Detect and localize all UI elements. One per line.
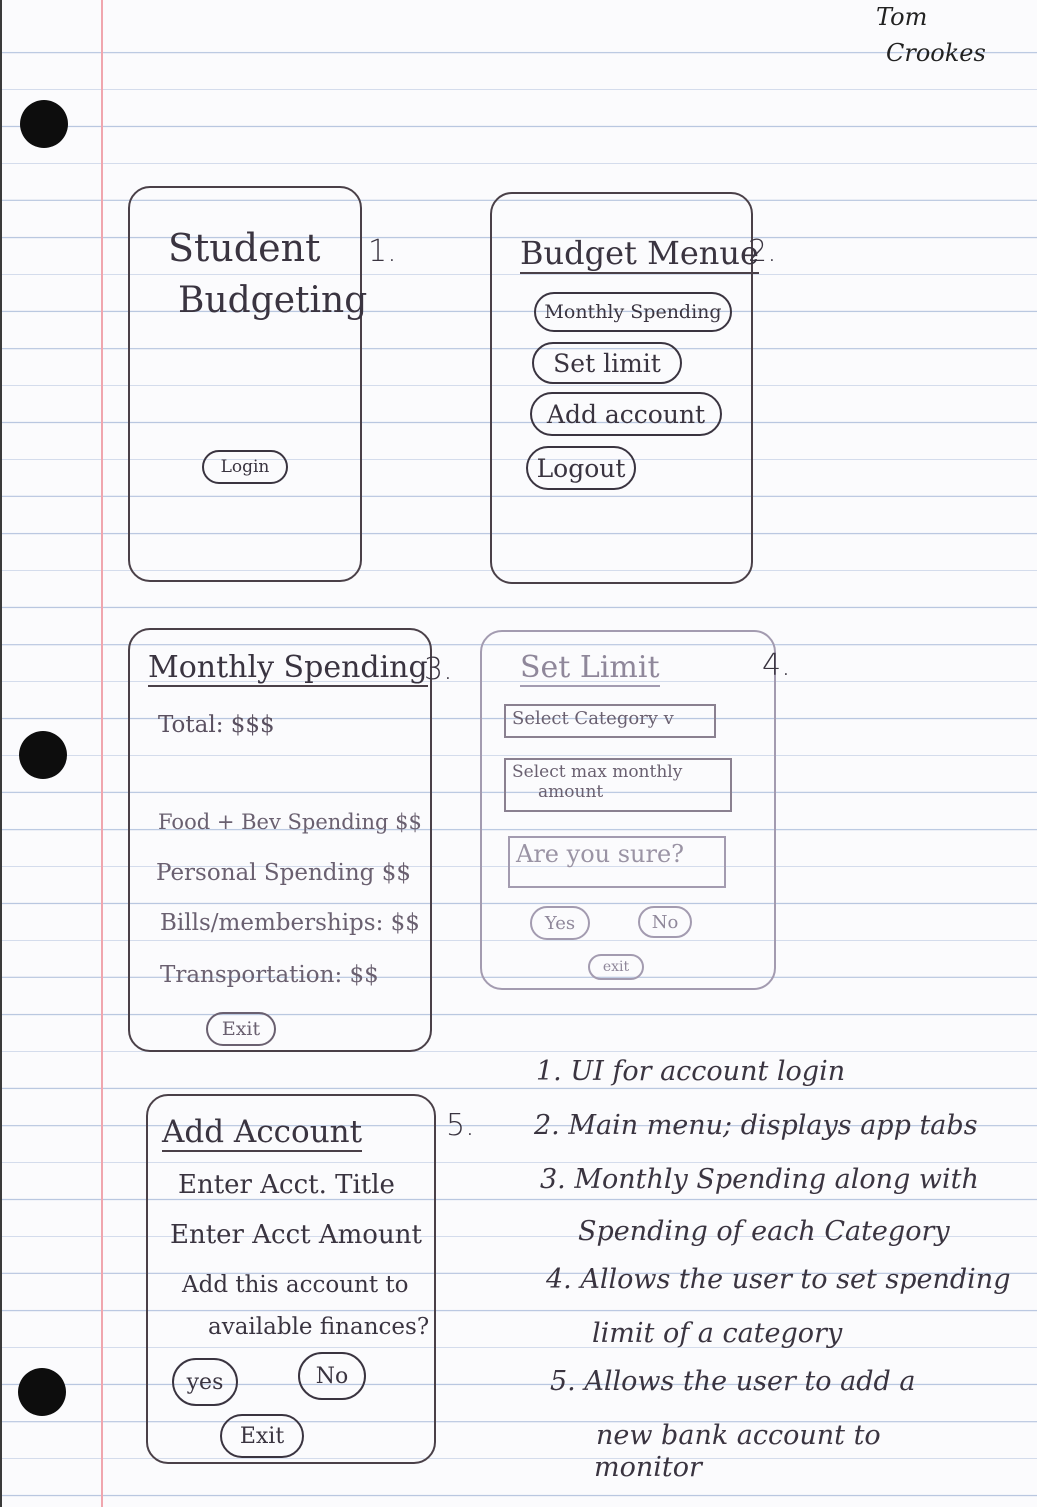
screen-1-number: 1. (368, 234, 397, 269)
screen-5-add-account: Add Account Enter Acct. Title Enter Acct… (146, 1094, 436, 1464)
account-title-field[interactable]: Enter Acct. Title (178, 1170, 395, 1200)
max-monthly-amount-input[interactable]: Select max monthly amount (504, 758, 732, 812)
screen-1-login: Student Budgeting Login (128, 186, 367, 582)
personal-spending: Personal Spending $$ (156, 860, 411, 886)
note-4: 4. Allows the user to set spending (546, 1264, 1011, 1295)
app-title-line1: Student (168, 226, 321, 270)
binder-hole-bottom (18, 1368, 66, 1416)
logout-button[interactable]: Logout (526, 446, 636, 490)
binder-hole-middle (19, 731, 67, 779)
author-first-name: Tom (876, 3, 928, 31)
note-3-continued: Spending of each Category (578, 1216, 950, 1247)
screen-5-number: 5. (446, 1108, 475, 1143)
account-amount-field[interactable]: Enter Acct Amount (170, 1220, 422, 1250)
exit-button[interactable]: Exit (206, 1012, 276, 1046)
note-2: 2. Main menu; displays app tabs (534, 1110, 978, 1141)
page-edge (0, 0, 2, 1507)
note-1: 1. UI for account login (536, 1056, 846, 1087)
budget-menu-title: Budget Menue (520, 234, 759, 274)
screen-4-set-limit: Set Limit Select Category v Select max m… (480, 630, 776, 990)
note-5: 5. Allows the user to add a (550, 1366, 916, 1397)
note-3: 3. Monthly Spending along with (540, 1164, 979, 1195)
transportation-spending: Transportation: $$ (160, 962, 379, 988)
exit-button[interactable]: Exit (220, 1414, 304, 1458)
category-select[interactable]: Select Category v (504, 704, 716, 738)
screen-2-number: 2. (748, 234, 777, 269)
author-last-name: Crookes (886, 39, 986, 67)
confirm-prompt: Are you sure? (508, 836, 726, 888)
bills-memberships: Bills/memberships: $$ (160, 910, 420, 936)
screen-3-monthly-spending: Monthly Spending Total: $$$ Food + Bev S… (128, 628, 432, 1052)
screen-4-number: 4. (762, 648, 791, 683)
food-bev-spending: Food + Bev Spending $$ (158, 810, 422, 834)
margin-line (101, 0, 103, 1507)
note-5-end: monitor (594, 1452, 702, 1483)
login-button[interactable]: Login (202, 450, 288, 484)
screen-2-budget-menu: Budget Menue Monthly Spending Set limit … (490, 192, 759, 584)
add-account-title: Add Account (162, 1114, 363, 1152)
note-5-continued: new bank account to (596, 1420, 881, 1451)
note-4-continued: limit of a category (592, 1318, 843, 1349)
set-limit-button[interactable]: Set limit (532, 342, 682, 384)
monthly-spending-title: Monthly Spending (148, 650, 428, 687)
add-account-question-line2: available finances? (208, 1314, 430, 1340)
binder-hole-top (20, 100, 68, 148)
yes-button[interactable]: yes (172, 1358, 238, 1406)
amount-label-line2: amount (538, 782, 604, 803)
screen-3-number: 3. (424, 652, 453, 687)
app-title-line2: Budgeting (178, 280, 368, 321)
set-limit-title: Set Limit (520, 650, 660, 687)
exit-button[interactable]: exit (588, 954, 644, 980)
monthly-spending-button[interactable]: Monthly Spending (534, 292, 732, 332)
add-account-button[interactable]: Add account (530, 392, 722, 436)
yes-button[interactable]: Yes (530, 906, 590, 940)
total-spending: Total: $$$ (158, 712, 275, 738)
amount-label-line1: Select max monthly (512, 762, 683, 782)
no-button[interactable]: No (638, 906, 692, 938)
no-button[interactable]: No (298, 1352, 366, 1400)
add-account-question-line1: Add this account to (182, 1272, 409, 1298)
